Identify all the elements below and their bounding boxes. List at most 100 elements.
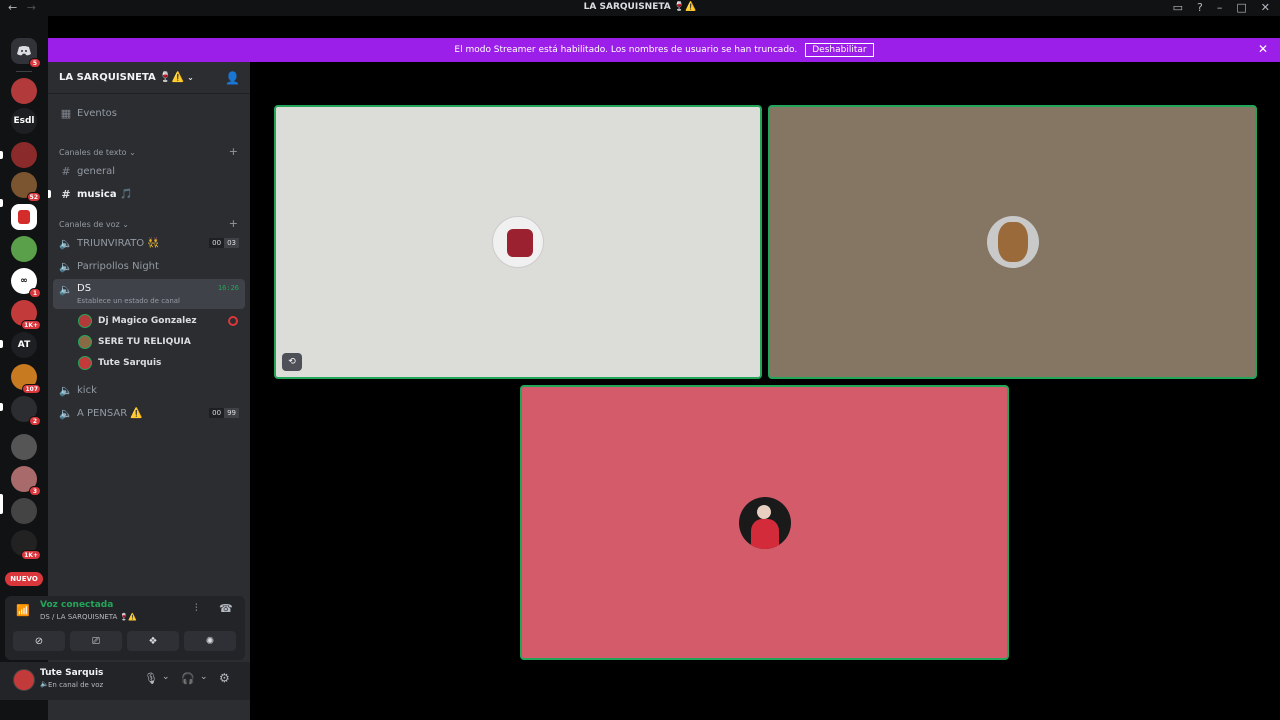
window-title: LA SARQUISNETA 🍷⚠️ <box>583 2 697 12</box>
user-avatar[interactable] <box>13 669 35 691</box>
close-banner-icon[interactable]: ✕ <box>1258 42 1268 56</box>
category-label: Canales de voz <box>59 220 120 229</box>
server-badge: 1K+ <box>21 550 41 560</box>
disable-streamer-button[interactable]: Deshabilitar <box>805 43 874 57</box>
server-icon-11[interactable]: 2 <box>11 396 41 426</box>
server-badge: 1 <box>29 288 41 298</box>
server-icon-12[interactable] <box>11 434 37 460</box>
participant-tile[interactable] <box>520 385 1009 660</box>
server-icon-10[interactable]: 107 <box>11 364 41 394</box>
speaker-active-icon: 🔈 <box>59 283 73 296</box>
voice-channel-ds[interactable]: 🔈 DS Establece un estado de canal 16:26 <box>53 279 245 309</box>
voice-channel-parripollos[interactable]: 🔈 Parripollos Night <box>53 256 245 276</box>
server-icon-13[interactable]: 3 <box>11 466 41 496</box>
discord-home-icon[interactable]: 5 <box>11 38 41 68</box>
server-icon-5[interactable] <box>11 204 37 230</box>
channel-general[interactable]: # general <box>53 161 245 181</box>
headphones-icon[interactable]: 🎧 <box>181 672 195 685</box>
audio-options-chevron-icon[interactable]: ⌄ <box>200 672 208 682</box>
voice-member[interactable]: Dj Magico Gonzalez <box>78 312 197 330</box>
soundboard-button[interactable]: ✺ <box>184 631 236 651</box>
user-limit-counter: 00 03 <box>209 238 239 248</box>
disconnect-icon[interactable]: ☎ <box>219 602 233 615</box>
user-count: 00 <box>209 408 225 418</box>
server-icon-3[interactable] <box>11 142 37 168</box>
screen-share-button[interactable]: ⎚ <box>70 631 122 651</box>
server-icon-15[interactable]: 1K+ <box>11 530 41 560</box>
server-badge: 3 <box>29 486 41 496</box>
microphone-icon[interactable]: 🎙 <box>144 672 158 685</box>
maximize-icon[interactable]: □ <box>1236 1 1246 14</box>
server-icon-4[interactable]: 52 <box>11 172 41 202</box>
server-icon-14[interactable] <box>11 498 37 524</box>
server-badge: 52 <box>26 192 41 202</box>
channel-musica[interactable]: # musica 🎵 <box>53 184 245 204</box>
server-badge: 2 <box>29 416 41 426</box>
guild-name: LA SARQUISNETA 🍷⚠️ <box>59 72 185 83</box>
server-icon-8[interactable]: 1K+ <box>11 300 41 330</box>
voice-location[interactable]: DS / LA SARQUISNETA 🍷⚠️ <box>40 613 137 621</box>
channel-label: A PENSAR ⚠️ <box>77 407 143 419</box>
server-separator <box>16 71 32 72</box>
server-icon-6[interactable] <box>11 236 37 262</box>
channel-label: Parripollos Night <box>77 260 159 272</box>
camera-button[interactable]: ⊘ <box>13 631 65 651</box>
participant-tile[interactable] <box>768 105 1257 379</box>
activities-button[interactable]: ❖ <box>127 631 179 651</box>
user-name[interactable]: Tute Sarquis <box>40 668 103 678</box>
voice-channel-a-pensar[interactable]: 🔈 A PENSAR ⚠️ 00 99 <box>53 403 245 423</box>
voice-status[interactable]: Voz conectada <box>40 600 113 610</box>
streamer-mode-banner: El modo Streamer está habilitado. Los no… <box>48 38 1280 62</box>
events-item[interactable]: ▦ Eventos <box>53 103 245 123</box>
voice-member[interactable]: SERE TU RELIQUIA <box>78 333 191 351</box>
avatar <box>78 335 92 349</box>
server-icon-7[interactable]: ∞ 1 <box>11 268 41 298</box>
channel-label: TRIUNVIRATO 👯 <box>77 237 160 249</box>
events-label: Eventos <box>77 107 117 119</box>
voice-channel-kick[interactable]: 🔈 kick <box>53 380 245 400</box>
channel-label: musica 🎵 <box>77 188 133 200</box>
speaker-icon: 🔈 <box>59 259 73 273</box>
voice-category-header[interactable]: Canales de voz ⌄ <box>59 220 129 229</box>
camera-off-icon: ⊘ <box>34 635 44 647</box>
add-text-channel-icon[interactable]: + <box>229 145 238 158</box>
add-voice-channel-icon[interactable]: + <box>229 217 238 230</box>
voice-member[interactable]: Tute Sarquis <box>78 354 161 372</box>
noise-suppression-icon[interactable]: ⫶ <box>195 603 198 614</box>
voice-channel-triunvirato[interactable]: 🔈 TRIUNVIRATO 👯 00 03 <box>53 233 245 253</box>
selected-pill <box>0 494 3 514</box>
settings-gear-icon[interactable]: ⚙ <box>219 671 230 685</box>
server-icon-at[interactable]: AT <box>11 332 37 358</box>
channel-label: general <box>77 165 116 177</box>
minimize-icon[interactable]: – <box>1217 1 1223 14</box>
inbox-icon[interactable]: ▭ <box>1173 1 1183 14</box>
user-count: 00 <box>209 238 225 248</box>
hash-icon: # <box>61 187 71 201</box>
chevron-down-icon: ⌄ <box>187 73 194 82</box>
category-label: Canales de texto <box>59 148 127 157</box>
calendar-icon: ▦ <box>60 106 72 120</box>
text-category-header[interactable]: Canales de texto ⌄ <box>59 148 136 157</box>
member-name: Tute Sarquis <box>98 358 162 368</box>
mic-options-chevron-icon[interactable]: ⌄ <box>162 672 170 682</box>
help-icon[interactable]: ? <box>1197 1 1203 14</box>
guild-header[interactable]: LA SARQUISNETA 🍷⚠️ ⌄ 👤 <box>48 62 250 94</box>
unread-dot <box>48 190 51 198</box>
user-limit-counter: 00 99 <box>209 408 239 418</box>
server-icon-esdl[interactable]: Esdl <box>11 108 37 134</box>
unread-pill <box>0 199 3 207</box>
add-member-icon[interactable]: 👤 <box>225 71 240 85</box>
unread-pill <box>0 340 3 348</box>
call-timer: 16:26 <box>217 284 239 292</box>
in-voice-icon: 🔈 <box>40 680 49 688</box>
close-icon[interactable]: ✕ <box>1261 1 1270 14</box>
server-icon-1[interactable] <box>11 78 37 104</box>
channel-status[interactable]: Establece un estado de canal <box>77 297 180 305</box>
soundboard-icon: ✺ <box>205 635 215 647</box>
participant-tile[interactable]: ⟲ <box>274 105 762 379</box>
speaker-icon: 🔈 <box>59 406 73 420</box>
new-badge[interactable]: NUEVO <box>5 572 43 586</box>
streaming-icon <box>228 316 238 326</box>
focus-stream-button[interactable]: ⟲ <box>282 353 302 371</box>
server-badge: 1K+ <box>21 320 41 330</box>
